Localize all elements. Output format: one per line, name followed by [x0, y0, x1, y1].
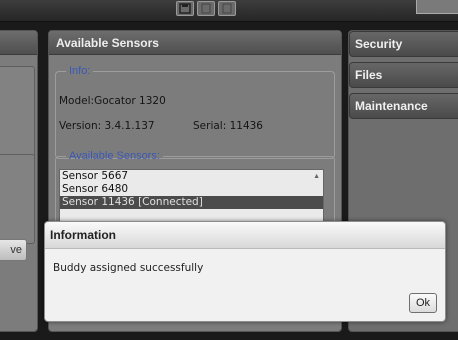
- ok-button[interactable]: Ok: [409, 293, 437, 313]
- dialog-message: Buddy assigned successfully: [53, 262, 204, 274]
- serial-text: Serial: 11436: [193, 120, 263, 132]
- page-icon[interactable]: [197, 1, 215, 16]
- left-box-middle: [0, 154, 35, 244]
- tab-files[interactable]: Files: [349, 62, 458, 88]
- scroll-up-icon[interactable]: ▲: [313, 173, 320, 180]
- information-dialog: Information Buddy assigned successfully …: [44, 221, 446, 322]
- dialog-title: Information: [45, 222, 445, 249]
- panel-title: Available Sensors: [49, 31, 341, 55]
- list-item-selected[interactable]: Sensor 11436 [Connected]: [60, 196, 323, 209]
- left-action-button[interactable]: ve: [0, 239, 27, 261]
- model-text: Model:Gocator 1320: [59, 95, 166, 107]
- info-legend: Info:: [69, 65, 91, 77]
- left-panel: ve: [0, 30, 38, 332]
- top-toolbar: [0, 0, 458, 22]
- sensor-list[interactable]: Sensor 5667 Sensor 6480 Sensor 11436 [Co…: [59, 169, 324, 225]
- tab-security[interactable]: Security: [349, 31, 458, 57]
- list-item[interactable]: Sensor 5667: [60, 170, 323, 183]
- available-sensors-legend: Available Sensors:: [69, 150, 160, 162]
- left-box-top: [0, 66, 35, 162]
- version-text: Version: 3.4.1.137: [59, 120, 155, 132]
- save-icon[interactable]: [176, 1, 194, 16]
- page-icon[interactable]: [218, 1, 236, 16]
- left-panel-header: [0, 31, 37, 55]
- tab-maintenance[interactable]: Maintenance: [349, 93, 458, 119]
- info-group: Info:: [55, 65, 335, 159]
- top-right-field[interactable]: [416, 0, 458, 14]
- list-item[interactable]: Sensor 6480: [60, 183, 323, 196]
